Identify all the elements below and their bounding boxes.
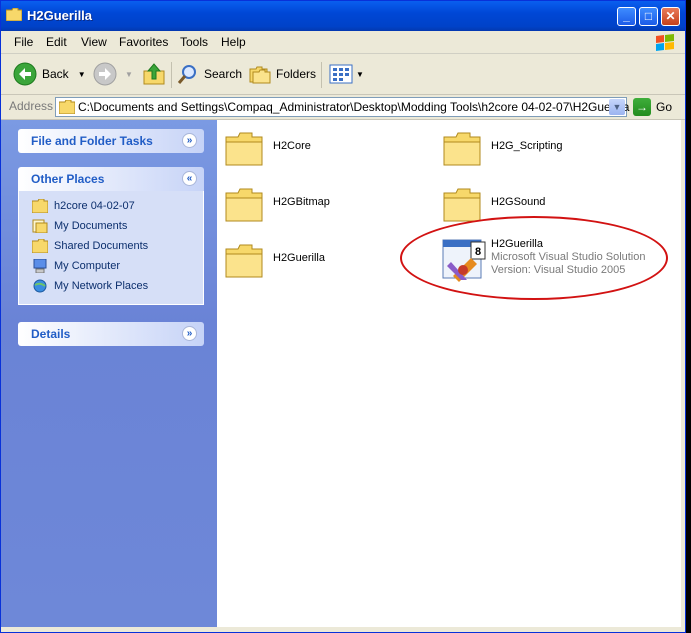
menu-favorites[interactable]: Favorites: [119, 35, 168, 49]
other-places-panel: Other Places « h2core 04-02-07 My Docume…: [18, 167, 204, 305]
title-bar[interactable]: H2Guerilla _ □ ✕: [1, 1, 685, 31]
file-folder-tasks-panel: File and Folder Tasks »: [18, 129, 204, 153]
address-input[interactable]: C:\Documents and Settings\Compaq_Adminis…: [55, 97, 630, 117]
place-my-network-places[interactable]: My Network Places: [19, 277, 203, 297]
expand-chevron-icon[interactable]: »: [182, 133, 197, 148]
solution-info: H2Guerilla Microsoft Visual Studio Solut…: [491, 238, 646, 277]
menu-tools[interactable]: Tools: [180, 35, 208, 49]
place-my-computer[interactable]: My Computer: [19, 257, 203, 277]
my-documents-icon: [32, 219, 48, 233]
folder-icon: [32, 239, 48, 253]
other-places-list: h2core 04-02-07 My Documents Shared Docu…: [18, 191, 204, 305]
address-path: C:\Documents and Settings\Compaq_Adminis…: [78, 100, 630, 114]
file-name: H2G_Scripting: [491, 140, 563, 152]
search-icon: [177, 65, 196, 84]
menu-view[interactable]: View: [81, 35, 107, 49]
file-list: H2Core H2G_Scripting H2GBitmap H2GSound: [217, 120, 681, 627]
place-label: Shared Documents: [54, 240, 149, 252]
panel-title: Other Places: [31, 172, 105, 186]
up-folder-icon: [143, 63, 165, 85]
back-arrow-icon: [13, 62, 37, 86]
folder-icon: [443, 188, 481, 222]
chevron-down-icon[interactable]: ▼: [356, 70, 364, 79]
folder-icon: [32, 199, 48, 213]
folder-icon: [6, 8, 22, 21]
other-places-header[interactable]: Other Places «: [18, 167, 204, 191]
solution-badge: 8: [475, 246, 481, 258]
place-label: My Computer: [54, 260, 121, 272]
place-shared-documents[interactable]: Shared Documents: [19, 237, 203, 257]
forward-button[interactable]: ▼: [93, 62, 133, 86]
address-bar: Address C:\Documents and Settings\Compaq…: [1, 95, 685, 120]
window-title: H2Guerilla: [27, 8, 93, 23]
desktop-edge: [686, 0, 691, 633]
collapse-chevron-icon[interactable]: «: [182, 171, 197, 186]
panel-title: File and Folder Tasks: [31, 134, 153, 148]
place-h2core[interactable]: h2core 04-02-07: [19, 197, 203, 217]
folder-icon: [225, 188, 263, 222]
file-name: H2GBitmap: [273, 196, 330, 208]
file-item-h2guerilla-solution[interactable]: 8 H2Guerilla Microsoft Visual Studio Sol…: [439, 238, 649, 286]
toolbar-separator: [321, 62, 322, 88]
folder-icon: [225, 132, 263, 166]
network-places-icon: [33, 279, 47, 293]
place-label: My Documents: [54, 220, 128, 232]
folders-button[interactable]: Folders: [249, 62, 316, 86]
menu-edit[interactable]: Edit: [46, 35, 67, 49]
panel-title: Details: [31, 327, 71, 341]
search-label: Search: [204, 67, 243, 81]
visual-studio-solution-icon: 8: [442, 239, 486, 282]
windows-logo-icon: [656, 34, 674, 51]
folder-icon: [443, 132, 481, 166]
task-pane: File and Folder Tasks » Other Places « h…: [1, 120, 217, 627]
views-button[interactable]: ▼: [329, 62, 364, 86]
maximize-button[interactable]: □: [639, 7, 658, 26]
views-icon: [329, 64, 353, 84]
menu-help[interactable]: Help: [221, 35, 246, 49]
expand-chevron-icon[interactable]: »: [182, 326, 197, 341]
file-item-h2g-scripting[interactable]: H2G_Scripting: [435, 126, 635, 174]
file-name: H2Core: [273, 140, 311, 152]
file-folder-tasks-header[interactable]: File and Folder Tasks »: [18, 129, 204, 153]
file-item-h2core[interactable]: H2Core: [217, 126, 417, 174]
folder-icon: [225, 244, 263, 278]
folders-icon: [249, 66, 271, 84]
my-computer-icon: [33, 259, 47, 273]
toolbar: Back ▼ ▼ Search Folders ▼: [1, 54, 685, 95]
go-arrow-icon: →: [633, 98, 651, 116]
minimize-button[interactable]: _: [617, 7, 636, 26]
chevron-down-icon[interactable]: ▼: [609, 99, 625, 115]
close-button[interactable]: ✕: [661, 7, 680, 26]
place-label: h2core 04-02-07: [54, 200, 135, 212]
file-name: H2Guerilla: [273, 252, 325, 264]
menu-file[interactable]: File: [14, 35, 33, 49]
file-type: Microsoft Visual Studio Solution: [491, 251, 646, 263]
chevron-down-icon[interactable]: ▼: [78, 70, 86, 79]
back-button[interactable]: Back ▼: [13, 62, 86, 86]
menu-bar: File Edit View Favorites Tools Help: [1, 31, 685, 54]
file-name: H2GSound: [491, 196, 546, 208]
file-item-h2guerilla-folder[interactable]: H2Guerilla: [217, 238, 417, 286]
toolbar-separator: [171, 62, 172, 88]
file-item-h2gbitmap[interactable]: H2GBitmap: [217, 182, 417, 230]
details-header[interactable]: Details »: [18, 322, 204, 346]
folder-icon: [59, 100, 75, 114]
back-label: Back: [42, 67, 69, 81]
chevron-down-icon[interactable]: ▼: [125, 70, 133, 79]
place-label: My Network Places: [54, 280, 149, 292]
search-button[interactable]: Search: [177, 62, 242, 86]
explorer-window: H2Guerilla _ □ ✕ File Edit View Favorite…: [0, 0, 686, 633]
file-item-h2gsound[interactable]: H2GSound: [435, 182, 635, 230]
folders-label: Folders: [276, 67, 317, 81]
file-name: H2Guerilla: [491, 238, 543, 250]
go-button[interactable]: → Go: [633, 98, 672, 116]
up-folder-button[interactable]: [143, 62, 165, 86]
forward-arrow-icon: [93, 62, 117, 86]
address-label: Address: [9, 99, 54, 113]
place-my-documents[interactable]: My Documents: [19, 217, 203, 237]
go-label: Go: [656, 100, 673, 114]
file-version: Version: Visual Studio 2005: [491, 264, 626, 276]
details-panel: Details »: [18, 322, 204, 346]
